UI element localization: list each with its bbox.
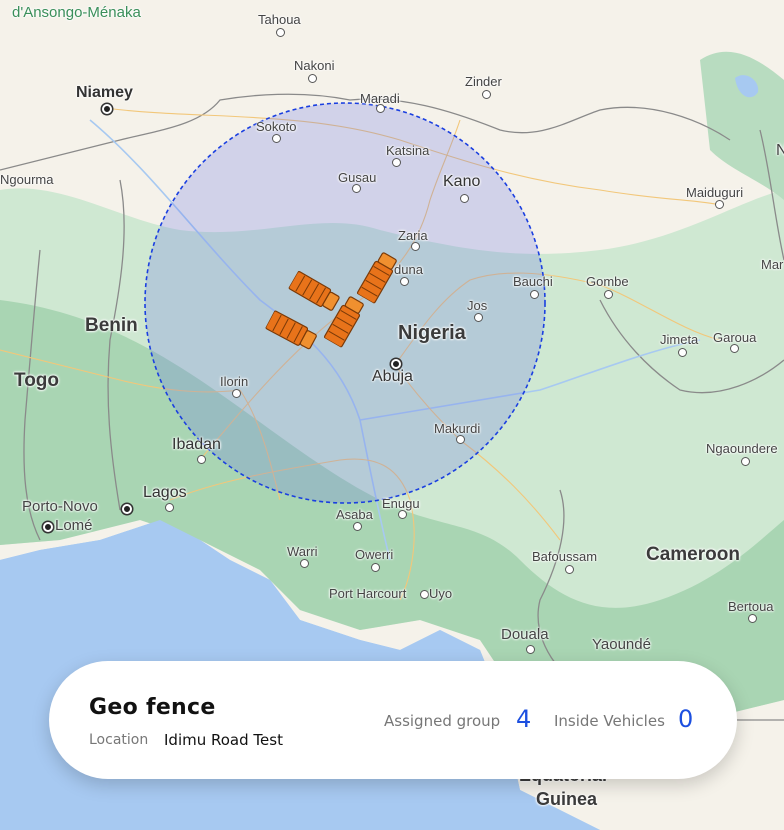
city-marker [526,645,535,654]
map-label-ansongo: d'Ansongo-Ménaka [12,4,141,21]
city-marker [392,158,401,167]
city-marker [232,389,241,398]
map-label-warri: Warri [287,544,318,559]
map-label-tahoua: Tahoua [258,12,301,27]
city-marker [353,522,362,531]
map-label-makurdi: Makurdi [434,421,481,436]
map-label-n: N [776,142,784,159]
city-marker [730,344,739,353]
assigned-group-label: Assigned group [384,712,501,730]
city-marker [604,290,613,299]
card-title: Geo fence [89,695,216,720]
city-marker [352,184,361,193]
map-label-bafoussam: Bafoussam [532,549,598,564]
map-label-maiduguri: Maiduguri [686,185,744,200]
capital-marker [102,104,112,114]
city-marker [678,348,687,357]
city-marker [308,74,317,83]
map-label-bertoua: Bertoua [728,599,774,614]
map-label-togo: Togo [14,370,60,391]
map-label-bauchi: Bauchi [513,274,553,289]
city-marker [530,290,539,299]
map-label-uyo: Uyo [429,586,453,601]
city-marker [165,503,174,512]
city-marker [272,134,281,143]
map-label-kano: Kano [443,173,481,190]
city-marker [376,104,385,113]
map-label-zaria: Zaria [398,228,428,243]
city-marker [411,242,420,251]
map-label-enugu: Enugu [382,496,420,511]
map-label-nigeria: Nigeria [398,322,466,344]
map-label-cameroon: Cameroon [646,544,740,565]
map-label-jimeta: Jimeta [660,332,699,347]
city-marker [715,200,724,209]
map-label-sokoto: Sokoto [256,119,297,134]
map-label-garoua: Garoua [713,330,757,345]
map-label-ibadan: Ibadan [172,436,221,453]
capital-marker [43,522,53,532]
inside-vehicles-value[interactable]: 0 [678,705,693,733]
inside-vehicles-label: Inside Vehicles [554,712,665,730]
city-marker [741,457,750,466]
city-marker [400,277,409,286]
map-label-nakoni: Nakoni [294,58,335,73]
map-label-owerri: Owerri [355,547,394,562]
map-label-jos: Jos [467,298,488,313]
city-marker [460,194,469,203]
map-label-ilorin: Ilorin [220,374,249,389]
map-label-mar: Mar [761,257,784,272]
city-marker [300,559,309,568]
map-label-ngourma: Ngourma [0,172,54,187]
map-label-abuja: Abuja [372,368,413,385]
assigned-group-value[interactable]: 4 [516,705,531,733]
map-label-lome: Lomé [55,517,93,534]
map-label-benin: Benin [85,315,138,336]
city-marker [482,90,491,99]
map-label-zinder: Zinder [465,74,502,89]
location-label: Location [89,732,149,748]
city-marker [474,313,483,322]
city-marker [398,510,407,519]
map-label-gusau: Gusau [338,170,377,185]
map-label-yaounde: Yaoundé [592,636,651,653]
map-label-lagos: Lagos [143,484,187,501]
map-label-guinea: Guinea [536,789,598,809]
location-value: Idimu Road Test [164,731,283,749]
map-label-ngaoundere: Ngaoundere [706,441,778,456]
capital-marker [122,504,132,514]
city-marker [456,435,465,444]
map-label-douala: Douala [501,626,549,643]
map-label-katsina: Katsina [386,143,430,158]
city-marker [276,28,285,37]
city-marker [197,455,206,464]
map-label-niamey: Niamey [76,84,133,101]
city-marker [371,563,380,572]
geofence-info-card: Geo fence Location Idimu Road Test Assig… [49,661,737,779]
city-marker [565,565,574,574]
city-marker [748,614,757,623]
city-marker [420,590,429,599]
map-label-kaduna: duna [394,262,423,277]
map-label-asaba: Asaba [336,507,373,522]
map-label-gombe: Gombe [586,274,629,289]
map-label-portonovo: Porto-Novo [22,498,98,515]
map-label-portharcourt: Port Harcourt [329,586,407,601]
